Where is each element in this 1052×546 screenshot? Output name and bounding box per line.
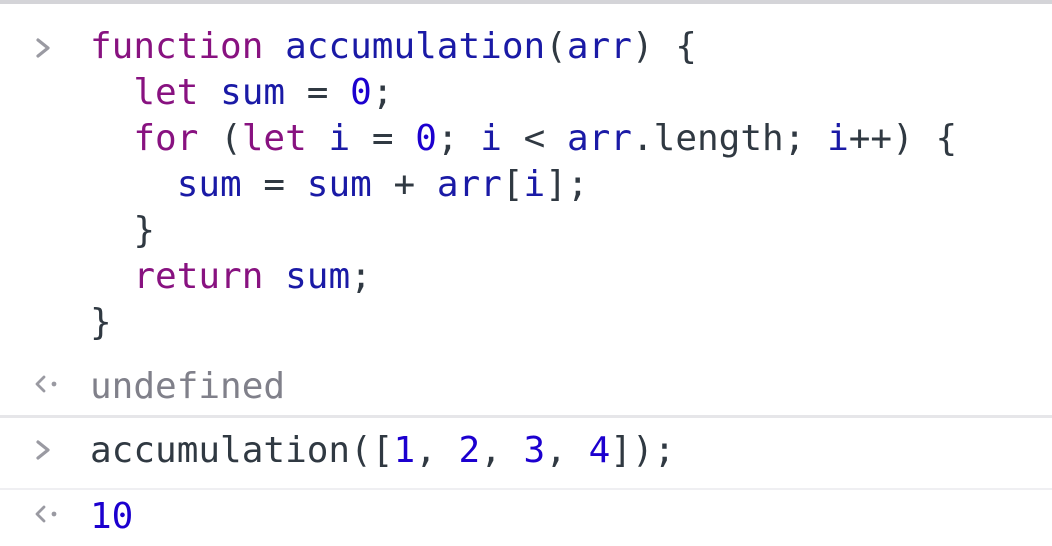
code-token: accumulation([ [90, 430, 394, 471]
code-token: sum [285, 256, 351, 297]
code-token: [ [501, 164, 524, 205]
code-token: ; [371, 72, 394, 113]
code-token: ) { [631, 26, 697, 67]
code-line: } [90, 208, 957, 254]
code-token: < [501, 118, 567, 159]
code-token: 0 [350, 72, 372, 113]
code-token: .length; [631, 118, 828, 159]
code-token: + [371, 164, 437, 205]
code-token: , [545, 430, 589, 471]
code-token: ( [545, 26, 567, 67]
code-token: 4 [588, 430, 611, 471]
code-line: let sum = 0; [90, 70, 957, 116]
code-line: sum = sum + arr[i]; [90, 162, 957, 208]
console-result-entry: undefined [0, 356, 1052, 418]
code-token: arr [566, 26, 632, 67]
code-token: ]; [545, 164, 589, 205]
code-token: sum [306, 164, 372, 205]
code-token: i [827, 118, 849, 159]
code-token: ]); [610, 430, 676, 471]
code-token: accumulation [285, 26, 546, 67]
code-line: return sum; [90, 254, 957, 300]
code-token: return [133, 256, 264, 297]
code-line: function accumulation(arr) { [90, 24, 957, 70]
code-token: i [480, 118, 502, 159]
code-token: i [328, 118, 351, 159]
code-line: accumulation([1, 2, 3, 4]); [90, 428, 675, 474]
result-value: undefined [90, 366, 286, 407]
code-block: accumulation([1, 2, 3, 4]); [90, 428, 675, 474]
code-token: = [285, 72, 351, 113]
code-token: ++) { [848, 118, 958, 159]
code-token: , [480, 430, 524, 471]
code-token: 1 [393, 430, 416, 471]
chevron-right-icon [32, 34, 54, 70]
console-input-entry[interactable]: accumulation([1, 2, 3, 4]); [0, 418, 1052, 490]
code-token: sum [176, 164, 242, 205]
code-token: ( [198, 118, 242, 159]
code-token: i [523, 164, 546, 205]
code-token: , [415, 430, 459, 471]
code-token: = [241, 164, 307, 205]
return-arrow-icon [32, 500, 57, 536]
code-token: = [350, 118, 416, 159]
code-token: ; [436, 118, 481, 159]
code-token: arr [436, 164, 502, 205]
code-token: sum [220, 72, 286, 113]
code-token: let [133, 72, 199, 113]
code-token: 2 [458, 430, 481, 471]
code-token: arr [566, 118, 632, 159]
code-token: ; [350, 256, 372, 297]
code-token: } [90, 302, 112, 343]
code-token: } [90, 210, 156, 251]
code-token: function [90, 26, 264, 67]
code-token: for [133, 118, 199, 159]
code-token: 0 [415, 118, 437, 159]
code-token: 3 [523, 430, 546, 471]
devtools-console: function accumulation(arr) { let sum = 0… [0, 0, 1052, 546]
result-value: 10 [90, 496, 134, 537]
code-line: } [90, 300, 957, 346]
code-block: function accumulation(arr) { let sum = 0… [90, 24, 957, 346]
code-line: for (let i = 0; i < arr.length; i++) { [90, 116, 957, 162]
console-input-entry[interactable]: function accumulation(arr) { let sum = 0… [0, 4, 1052, 356]
chevron-right-icon [32, 436, 54, 472]
return-arrow-icon [32, 370, 57, 406]
console-result-entry: 10 [0, 490, 1052, 546]
code-token: let [241, 118, 307, 159]
